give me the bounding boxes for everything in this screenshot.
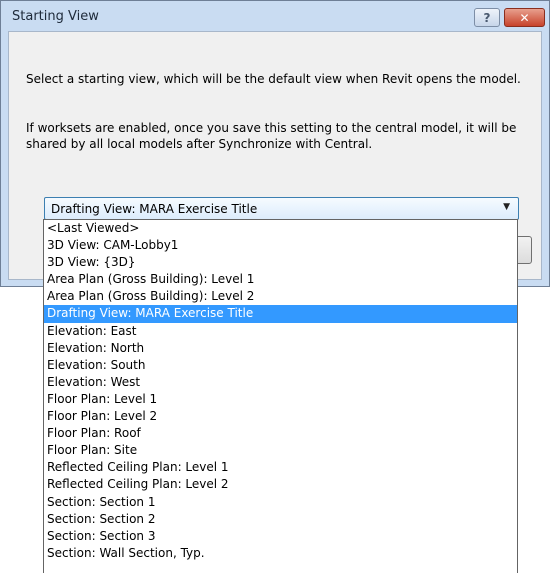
view-option[interactable]: Floor Plan: Level 1: [44, 391, 517, 408]
close-icon: ✕: [519, 10, 530, 25]
close-button[interactable]: ✕: [504, 8, 545, 27]
view-option[interactable]: Elevation: West: [44, 374, 517, 391]
view-option[interactable]: Elevation: East: [44, 323, 517, 340]
view-option[interactable]: Reflected Ceiling Plan: Level 1: [44, 459, 517, 476]
dropdown-arrow-icon[interactable]: ▼: [503, 202, 510, 212]
view-option[interactable]: Area Plan (Gross Building): Level 1: [44, 271, 517, 288]
view-option[interactable]: 3D View: CAM-Lobby1: [44, 237, 517, 254]
help-button[interactable]: ?: [474, 8, 500, 27]
view-option[interactable]: Section: Section 3: [44, 528, 517, 545]
worksets-note-text: If worksets are enabled, once you save t…: [26, 121, 517, 151]
dialog-title: Starting View: [12, 9, 99, 24]
starting-view-select[interactable]: Drafting View: MARA Exercise Title ▼: [44, 197, 519, 220]
view-option[interactable]: Floor Plan: Site: [44, 442, 517, 459]
selected-view-value: Drafting View: MARA Exercise Title: [51, 202, 258, 216]
view-option[interactable]: Area Plan (Gross Building): Level 2: [44, 288, 517, 305]
view-option[interactable]: Reflected Ceiling Plan: Level 2: [44, 476, 517, 493]
instruction-text: Select a starting view, which will be th…: [26, 72, 521, 86]
view-option[interactable]: Section: Section 2: [44, 511, 517, 528]
view-option[interactable]: 3D View: {3D}: [44, 254, 517, 271]
view-option[interactable]: Section: Section 1: [44, 494, 517, 511]
view-option[interactable]: Floor Plan: Roof: [44, 425, 517, 442]
view-option[interactable]: Floor Plan: Level 2: [44, 408, 517, 425]
view-option[interactable]: <Last Viewed>: [44, 220, 517, 237]
view-option[interactable]: Elevation: South: [44, 357, 517, 374]
view-option[interactable]: Drafting View: MARA Exercise Title: [44, 305, 517, 323]
view-options-list[interactable]: <Last Viewed> 3D View: CAM-Lobby1 3D View:…: [43, 219, 518, 573]
title-bar[interactable]: Starting View ? ✕: [1, 1, 549, 31]
help-icon: ?: [483, 10, 491, 25]
view-option[interactable]: Elevation: North: [44, 340, 517, 357]
view-option[interactable]: Section: Wall Section, Typ.: [44, 545, 517, 562]
